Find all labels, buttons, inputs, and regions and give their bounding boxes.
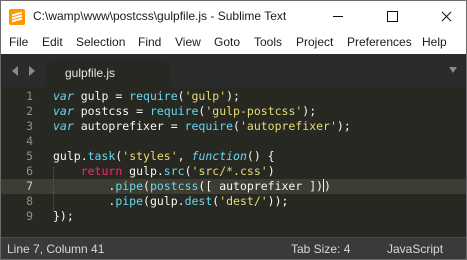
line-number: 8 bbox=[26, 194, 33, 208]
code-token: 'gulp-postcss' bbox=[205, 104, 303, 118]
tab-label: gulpfile.js bbox=[65, 66, 116, 80]
code-token: ([ autoprefixer ]) bbox=[198, 179, 324, 193]
code-line: var postcss = require('gulp-postcss'); bbox=[53, 104, 316, 119]
menu-goto[interactable]: Goto bbox=[214, 35, 240, 49]
menu-file[interactable]: File bbox=[9, 35, 28, 49]
menu-tools[interactable]: Tools bbox=[254, 35, 282, 49]
line-number-gutter: 1 2 3 4 5 6 7 8 9 bbox=[1, 87, 43, 237]
tab-scroll-right-icon[interactable] bbox=[29, 66, 35, 76]
menu-project[interactable]: Project bbox=[296, 35, 333, 49]
code-token: ); bbox=[336, 119, 351, 133]
code-token: )); bbox=[267, 194, 289, 208]
code-token: src bbox=[163, 164, 185, 178]
menu-preferences[interactable]: Preferences bbox=[347, 35, 412, 49]
code-token: ( bbox=[143, 179, 150, 193]
code-token: () { bbox=[246, 149, 275, 163]
code-token: postcss = bbox=[73, 104, 150, 118]
code-token: gulp. bbox=[53, 149, 88, 163]
line-number-current: 7 bbox=[26, 179, 33, 193]
line-number: 6 bbox=[26, 164, 33, 178]
code-token: (gulp. bbox=[143, 194, 185, 208]
code-token: require bbox=[149, 104, 199, 118]
code-line: return gulp.src('src/*.css') bbox=[53, 164, 275, 179]
window-title: C:\wamp\www\postcss\gulpfile.js - Sublim… bbox=[33, 9, 287, 23]
line-number: 9 bbox=[26, 209, 33, 223]
menu-bar: File Edit Selection Find View Goto Tools… bbox=[1, 32, 466, 54]
cursor-position: Line 7, Column 41 bbox=[7, 242, 105, 256]
close-button[interactable] bbox=[426, 1, 466, 32]
code-token: task bbox=[87, 149, 116, 163]
code-token: var bbox=[53, 89, 74, 103]
tab-list-dropdown-icon[interactable] bbox=[449, 67, 457, 73]
code-token: function bbox=[191, 149, 247, 163]
code-token: }); bbox=[53, 209, 74, 223]
sublime-text-icon bbox=[9, 9, 25, 25]
code-token: gulp = bbox=[73, 89, 130, 103]
code-token: ) bbox=[267, 164, 275, 178]
sublime-window: C:\wamp\www\postcss\gulpfile.js - Sublim… bbox=[0, 0, 467, 260]
code-line: gulp.task('styles', function() { bbox=[53, 149, 275, 164]
code-token: require bbox=[129, 89, 178, 103]
menu-find[interactable]: Find bbox=[138, 35, 161, 49]
menu-selection[interactable]: Selection bbox=[76, 35, 125, 49]
code-token: ( bbox=[184, 164, 192, 178]
code-token: 'gulp' bbox=[184, 89, 227, 103]
line-number: 2 bbox=[26, 104, 33, 118]
status-bar: Line 7, Column 41 Tab Size: 4 JavaScript bbox=[1, 237, 466, 259]
code-token: 'styles' bbox=[122, 149, 178, 163]
line-number: 1 bbox=[26, 89, 33, 103]
syntax-selector[interactable]: JavaScript bbox=[387, 242, 443, 256]
code-editor[interactable]: 1 2 3 4 5 6 7 8 9 var gulp = require('gu… bbox=[1, 87, 466, 237]
minimize-button[interactable] bbox=[318, 1, 358, 32]
code-token: var bbox=[53, 119, 74, 133]
code-token: gulp. bbox=[122, 164, 164, 178]
line-number: 4 bbox=[26, 134, 33, 148]
code-line: .pipe(postcss([ autoprefixer ])) bbox=[53, 179, 331, 194]
code-line: var autoprefixer = require('autoprefixer… bbox=[53, 119, 351, 134]
tab-size-selector[interactable]: Tab Size: 4 bbox=[291, 242, 350, 256]
menu-help[interactable]: Help bbox=[422, 35, 447, 49]
tab-gulpfile[interactable]: gulpfile.js bbox=[45, 60, 171, 87]
code-token: return bbox=[80, 164, 123, 178]
maximize-button[interactable] bbox=[372, 1, 412, 32]
code-line: var gulp = require('gulp'); bbox=[53, 89, 240, 104]
code-token: ( bbox=[233, 119, 240, 133]
code-line: .pipe(gulp.dest('dest/')); bbox=[53, 194, 288, 209]
code-line: }); bbox=[53, 209, 74, 224]
tab-scroll-left-icon[interactable] bbox=[12, 66, 18, 76]
code-token: ( bbox=[177, 89, 185, 103]
code-token: 'dest/' bbox=[219, 194, 268, 208]
code-token: ) bbox=[324, 179, 331, 193]
code-token: autoprefixer = bbox=[73, 119, 185, 133]
code-token: 'src/*.css' bbox=[191, 164, 268, 178]
menu-view[interactable]: View bbox=[175, 35, 201, 49]
line-number: 3 bbox=[26, 119, 33, 133]
code-token: ); bbox=[226, 89, 240, 103]
tab-bar: gulpfile.js bbox=[1, 54, 466, 87]
code-token: dest bbox=[184, 194, 213, 208]
code-token: require bbox=[184, 119, 234, 133]
code-token: var bbox=[53, 104, 74, 118]
code-token: . bbox=[53, 194, 116, 208]
code-token: 'autoprefixer' bbox=[239, 119, 337, 133]
code-token: pipe bbox=[115, 179, 144, 193]
code-token: ); bbox=[302, 104, 317, 118]
menu-edit[interactable]: Edit bbox=[42, 35, 63, 49]
code-token: postcss bbox=[149, 179, 199, 193]
line-number: 5 bbox=[26, 149, 33, 163]
code-token: . bbox=[53, 179, 116, 193]
code-token: , bbox=[177, 149, 192, 163]
code-token: pipe bbox=[115, 194, 144, 208]
title-bar[interactable]: C:\wamp\www\postcss\gulpfile.js - Sublim… bbox=[1, 1, 466, 32]
